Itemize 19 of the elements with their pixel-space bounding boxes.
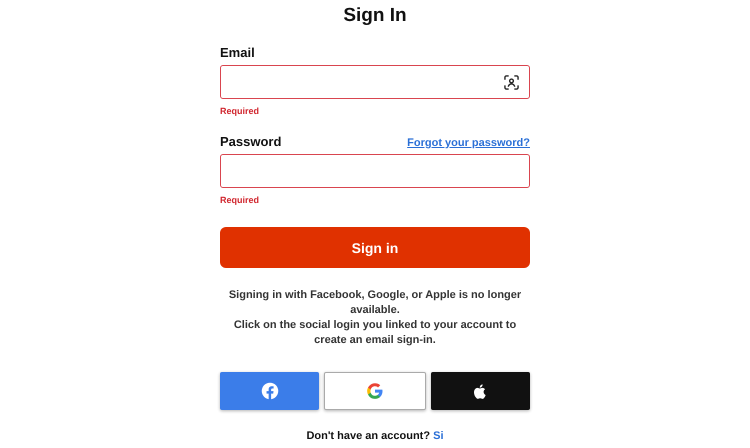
email-field[interactable] xyxy=(220,65,530,99)
password-field[interactable] xyxy=(220,154,530,188)
facebook-icon xyxy=(260,382,279,400)
facebook-login-button[interactable] xyxy=(220,372,320,410)
face-scan-icon[interactable] xyxy=(504,74,519,90)
field-label: Password xyxy=(220,134,282,149)
footer-text: Don't have an account? xyxy=(306,430,430,442)
notice-text: Click on the social login you linked to your account to create an email sign-in. xyxy=(232,318,518,348)
notice-text: Signing in with Facebook, Google, or Apple is no longer available. xyxy=(228,288,522,318)
google-login-button[interactable] xyxy=(324,372,426,410)
error-message: Required xyxy=(220,195,260,205)
page-title: Sign In xyxy=(343,4,407,28)
forgot-password-link[interactable]: Forgot your password? xyxy=(407,137,530,149)
field-label: Email xyxy=(220,45,255,60)
sign-in-button[interactable]: Sign in xyxy=(220,227,530,268)
google-icon xyxy=(366,382,384,400)
apple-login-button[interactable] xyxy=(430,372,530,410)
error-message: Required xyxy=(220,106,260,116)
sign-up-link[interactable]: Si xyxy=(433,430,444,442)
